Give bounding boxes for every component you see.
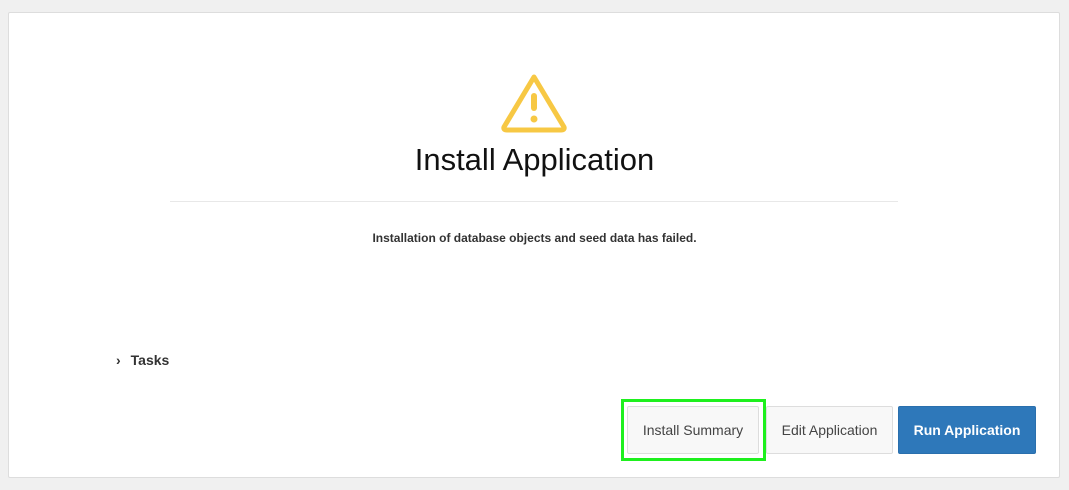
tasks-label: Tasks: [130, 352, 170, 368]
install-summary-button[interactable]: Install Summary: [627, 406, 759, 454]
status-message: Installation of database objects and see…: [372, 231, 697, 245]
edit-application-button[interactable]: Edit Application: [766, 406, 893, 454]
page-title: Install Application: [414, 142, 655, 177]
tasks-toggle[interactable]: › Tasks: [116, 352, 169, 368]
run-application-button[interactable]: Run Application: [898, 406, 1036, 454]
chevron-right-icon: ›: [116, 352, 121, 368]
warning-icon: [501, 74, 567, 133]
divider: [170, 201, 898, 202]
